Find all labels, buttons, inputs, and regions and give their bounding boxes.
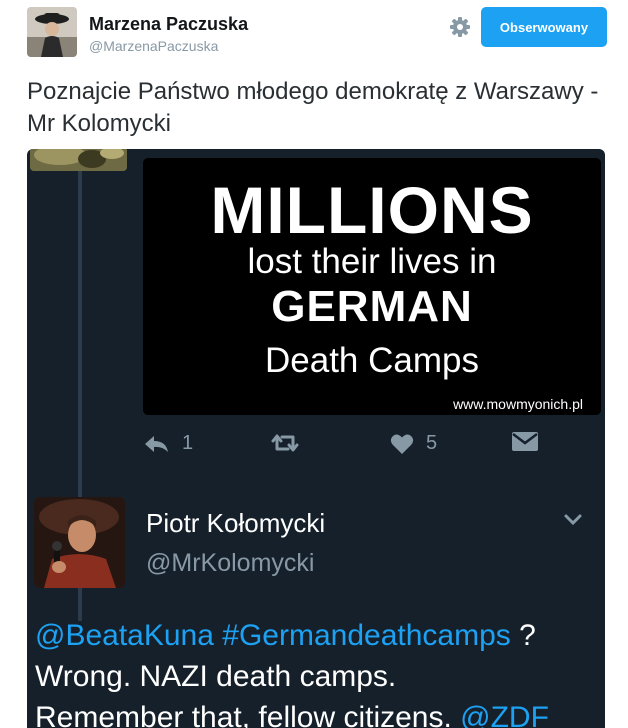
like-action[interactable]: 5 bbox=[390, 432, 437, 455]
reply-text-line3: Remember that, fellow citizens. bbox=[35, 701, 461, 728]
reply-text: @BeataKuna #Germandeathcamps ? Wrong. NA… bbox=[35, 615, 605, 728]
image-text-line4: Death Camps bbox=[265, 341, 479, 380]
reply-author-avatar[interactable] bbox=[34, 497, 125, 588]
tweet-header: Marzena Paczuska @MarzenaPaczuska Obserw… bbox=[0, 0, 628, 70]
reply-author-name[interactable]: Piotr Kołomycki bbox=[146, 508, 325, 539]
mention-link[interactable]: @BeataKuna bbox=[35, 619, 214, 652]
author-avatar[interactable] bbox=[27, 7, 77, 57]
hashtag-link[interactable]: #Germandeathcamps bbox=[222, 619, 511, 652]
author-handle[interactable]: @MarzenaPaczuska bbox=[89, 38, 218, 54]
author-name[interactable]: Marzena Paczuska bbox=[89, 14, 248, 35]
image-text-line2: lost their lives in bbox=[247, 242, 497, 281]
tweet-text: Poznajcie Państwo młodego demokratę z Wa… bbox=[27, 78, 599, 137]
reply-author-handle[interactable]: @MrKolomycki bbox=[146, 549, 314, 578]
chevron-down-icon[interactable] bbox=[563, 513, 583, 527]
quoted-author-avatar[interactable] bbox=[30, 149, 127, 171]
image-text-line3: GERMAN bbox=[271, 282, 473, 331]
heart-icon bbox=[390, 433, 414, 455]
reply-count: 1 bbox=[182, 432, 194, 454]
reply-text-line2: Wrong. NAZI death camps. bbox=[35, 660, 397, 693]
like-count: 5 bbox=[426, 432, 438, 454]
mention-link-zdf[interactable]: @ZDF bbox=[460, 701, 549, 728]
retweet-action[interactable] bbox=[270, 433, 300, 453]
image-watermark-url: www.mowmyonich.pl bbox=[453, 396, 583, 412]
retweet-icon bbox=[270, 433, 300, 453]
gear-icon[interactable] bbox=[449, 16, 471, 38]
message-action[interactable] bbox=[511, 431, 539, 453]
embedded-thread: MILLIONS lost their lives in GERMAN Deat… bbox=[27, 149, 605, 728]
reply-action[interactable]: 1 bbox=[144, 432, 193, 455]
tweet-image[interactable]: MILLIONS lost their lives in GERMAN Deat… bbox=[143, 158, 601, 415]
tweet-actions: 1 5 bbox=[27, 429, 605, 459]
reply-icon bbox=[144, 434, 170, 454]
image-text-line1: MILLIONS bbox=[210, 173, 534, 247]
reply-text-suffix: ? bbox=[510, 619, 536, 652]
follow-button[interactable]: Obserwowany bbox=[481, 7, 607, 47]
message-icon bbox=[511, 431, 539, 453]
